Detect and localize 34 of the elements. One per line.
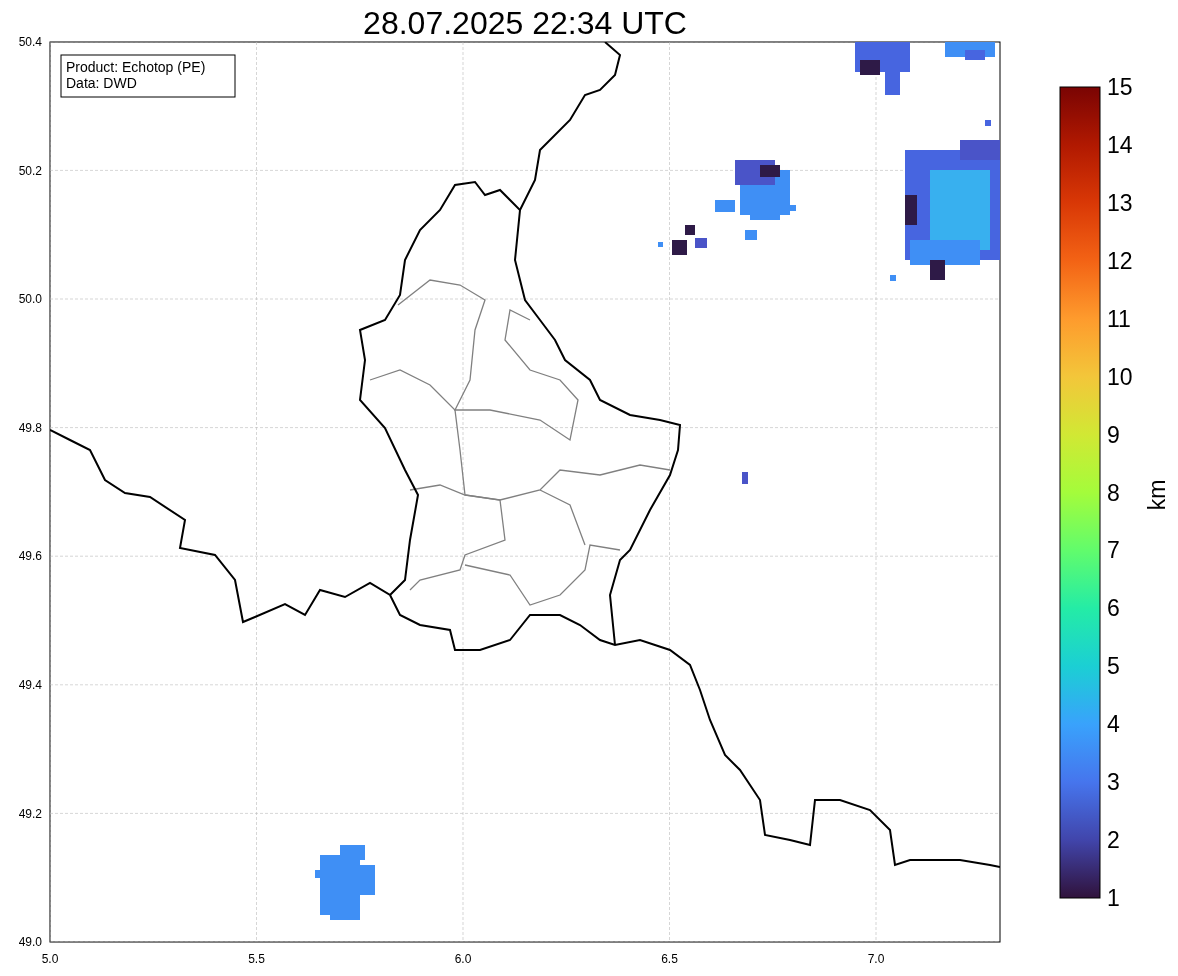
y-tick-label: 49.8 (18, 420, 42, 435)
colorbar-tick-label: 7 (1107, 537, 1120, 564)
colorbar-label: km (1144, 479, 1170, 511)
annotation-text: Product: Echotop (PE) (66, 59, 206, 75)
x-tick-label: 5.0 (41, 952, 59, 966)
colorbar-tick-label: 4 (1107, 711, 1120, 738)
annotation-text: Data: DWD (66, 75, 137, 91)
x-tick-label: 7.0 (867, 952, 885, 966)
colorbar-tick-label: 6 (1107, 595, 1120, 622)
x-tick-label: 5.5 (248, 952, 265, 966)
colorbar-tick-label: 2 (1107, 827, 1120, 854)
colorbar-tick-label: 15 (1107, 74, 1133, 100)
y-tick-label: 49.6 (18, 549, 42, 564)
y-tick-label: 50.4 (18, 35, 42, 49)
chart-title: 28.07.2025 22:34 UTC (363, 5, 687, 41)
radar-echo (742, 472, 748, 484)
y-tick-label: 49.4 (18, 678, 42, 692)
colorbar-tick-label: 12 (1107, 247, 1133, 274)
colorbar-tick-label: 14 (1107, 131, 1133, 158)
colorbar-tick-label: 5 (1107, 653, 1120, 680)
colorbar-tick-label: 13 (1107, 189, 1133, 216)
colorbar-tick-label: 10 (1107, 363, 1133, 390)
radar-echo (658, 225, 707, 255)
colorbar-tick-label: 8 (1107, 479, 1120, 506)
colorbar-tick-label: 11 (1107, 305, 1131, 332)
x-tick-label: 6.5 (661, 952, 678, 966)
y-tick-label: 50.2 (18, 163, 42, 178)
colorbar-tick-label: 1 (1107, 885, 1120, 911)
colorbar-tick-label: 3 (1107, 769, 1120, 796)
x-tick-label: 6.0 (454, 952, 472, 966)
y-tick-label: 49.0 (18, 935, 42, 950)
y-tick-label: 49.2 (18, 806, 42, 821)
y-tick-label: 50.0 (18, 292, 42, 307)
colorbar-tick-label: 9 (1107, 421, 1120, 448)
